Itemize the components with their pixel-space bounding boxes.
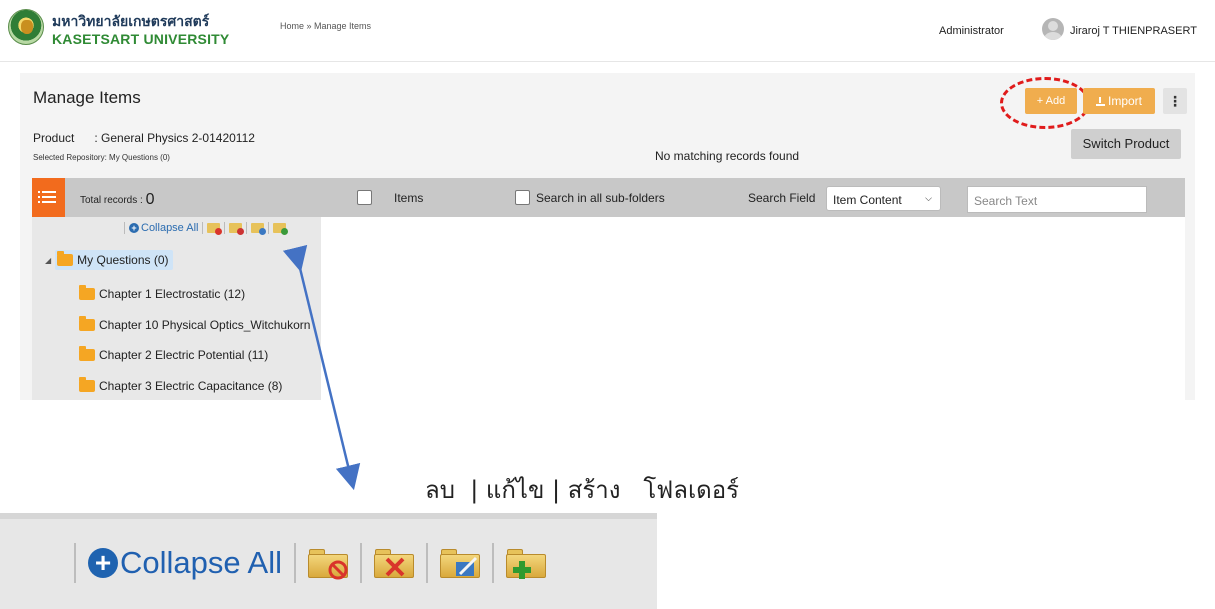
university-logo[interactable] bbox=[8, 9, 44, 45]
switch-product-button[interactable]: Switch Product bbox=[1071, 129, 1181, 159]
plus-circle-icon: + bbox=[88, 548, 118, 578]
folder-icon bbox=[79, 377, 95, 392]
total-records-value: 0 bbox=[145, 191, 155, 208]
items-label: Items bbox=[394, 191, 424, 205]
product-info: Product : General Physics 2-01420112 bbox=[33, 131, 255, 145]
tree-item-label: Chapter 1 Electrostatic (12) bbox=[99, 287, 246, 301]
role-label[interactable]: Administrator bbox=[939, 25, 1004, 37]
add-button[interactable]: + Add bbox=[1025, 88, 1077, 114]
user-name[interactable]: Jiraroj T THIENPRASERT bbox=[1070, 25, 1197, 37]
folder-tree: + Collapse All ◢ My Questions (0) Chapte… bbox=[32, 217, 321, 400]
results-area bbox=[321, 217, 1185, 400]
list-toggle-button[interactable] bbox=[32, 178, 65, 217]
product-label: Product bbox=[33, 131, 75, 145]
caret-down-icon[interactable]: ◢ bbox=[45, 256, 51, 265]
items-toolbar: Total records : 0 Items Search in all su… bbox=[32, 178, 1185, 217]
search-subfolders-checkbox[interactable] bbox=[515, 190, 530, 205]
tree-root-item[interactable]: ◢ My Questions (0) bbox=[45, 250, 173, 270]
empty-results-message: No matching records found bbox=[655, 149, 800, 163]
folder-icon bbox=[57, 251, 74, 266]
total-records: Total records : 0 bbox=[80, 190, 155, 208]
tree-actions: + Collapse All bbox=[120, 221, 289, 235]
folder-icon bbox=[79, 285, 95, 300]
plus-circle-icon: + bbox=[129, 223, 139, 233]
create-folder-icon[interactable] bbox=[505, 548, 546, 579]
manage-items-panel: Manage Items Product : General Physics 2… bbox=[20, 73, 1195, 400]
delete-folder-icon[interactable] bbox=[207, 223, 223, 235]
collapse-all-link[interactable]: Collapse All bbox=[141, 222, 198, 234]
university-name-english: KASETSART UNIVERSITY bbox=[52, 31, 230, 47]
avatar-icon[interactable] bbox=[1042, 18, 1064, 40]
edit-folder-icon[interactable] bbox=[439, 548, 480, 578]
more-options-button[interactable]: ⋮ bbox=[1163, 88, 1187, 114]
tree-root-label: My Questions (0) bbox=[77, 253, 169, 267]
search-field-select[interactable]: Item Content ⌵ bbox=[826, 186, 941, 211]
tree-item[interactable]: Chapter 10 Physical Optics_Witchukorn bbox=[79, 315, 310, 335]
download-icon bbox=[1095, 97, 1105, 106]
edit-folder-icon[interactable] bbox=[251, 223, 267, 235]
search-field-value: Item Content bbox=[833, 193, 902, 207]
annotation-caption: ลบ | แก้ไข | สร้าง โฟลเดอร์ bbox=[425, 476, 740, 504]
total-records-label: Total records : bbox=[80, 195, 143, 206]
folder-icon bbox=[79, 346, 95, 361]
zoomed-tree-actions: + Collapse All bbox=[0, 513, 657, 609]
create-folder-icon[interactable] bbox=[273, 223, 289, 235]
product-value: : General Physics 2-01420112 bbox=[94, 131, 255, 145]
search-field-label: Search Field bbox=[748, 191, 816, 205]
top-header: มหาวิทยาลัยเกษตรศาสตร์ KASETSART UNIVERS… bbox=[0, 0, 1215, 62]
tree-item-label: Chapter 3 Electric Capacitance (8) bbox=[99, 379, 283, 393]
tree-item-label: Chapter 10 Physical Optics_Witchukorn bbox=[99, 318, 311, 332]
import-label: Import bbox=[1107, 94, 1142, 108]
tree-item[interactable]: Chapter 1 Electrostatic (12) bbox=[79, 284, 245, 304]
search-text-input[interactable]: Search Text bbox=[967, 186, 1147, 213]
chevron-down-icon: ⌵ bbox=[925, 193, 932, 203]
selected-repository: Selected Repository: My Questions (0) bbox=[33, 153, 170, 162]
import-button[interactable]: Import bbox=[1083, 88, 1155, 114]
search-subfolders-label: Search in all sub-folders bbox=[536, 191, 665, 205]
tree-item[interactable]: Chapter 2 Electric Potential (11) bbox=[79, 345, 268, 365]
collapse-all-zoom-label[interactable]: Collapse All bbox=[120, 545, 282, 581]
delete-folder-icon[interactable] bbox=[307, 548, 348, 580]
folder-icon bbox=[79, 316, 95, 331]
cut-folder-icon[interactable] bbox=[229, 223, 245, 235]
breadcrumb[interactable]: Home » Manage Items bbox=[280, 21, 371, 31]
tree-item-label: Chapter 2 Electric Potential (11) bbox=[99, 348, 269, 362]
tree-item[interactable]: Chapter 3 Electric Capacitance (8) bbox=[79, 376, 282, 396]
select-all-items-checkbox[interactable] bbox=[357, 190, 372, 205]
cut-folder-icon[interactable] bbox=[373, 548, 414, 578]
university-name-thai: มหาวิทยาลัยเกษตรศาสตร์ bbox=[52, 14, 210, 30]
page-title: Manage Items bbox=[33, 88, 141, 107]
